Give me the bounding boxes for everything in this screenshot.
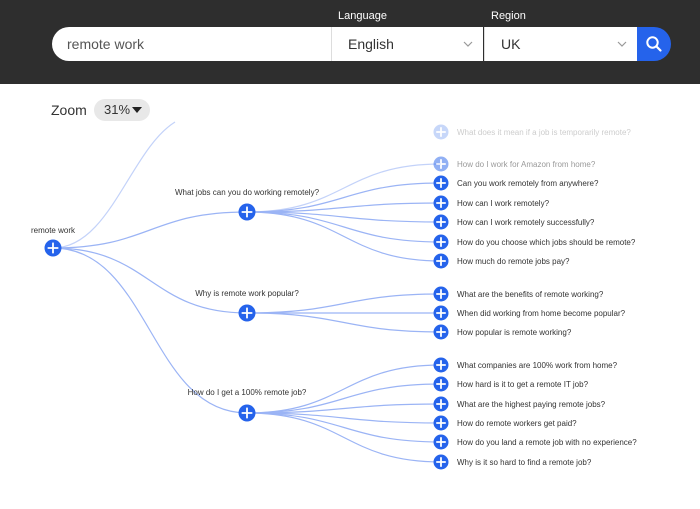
leaf-node-label: How do you choose which jobs should be r… xyxy=(457,238,636,247)
leaf-node-label: How do you land a remote job with no exp… xyxy=(457,438,637,447)
tree-link xyxy=(246,211,442,262)
leaf-node-label: What does it mean if a job is temporaril… xyxy=(457,128,631,137)
expand-node-button[interactable] xyxy=(433,195,449,211)
expand-node-button[interactable] xyxy=(433,214,449,230)
expand-node-button[interactable] xyxy=(433,124,449,140)
tree-link xyxy=(246,312,442,333)
expand-node-button[interactable] xyxy=(433,454,449,470)
expand-node-button[interactable] xyxy=(433,396,449,412)
leaf-node-label: How hard is it to get a remote IT job? xyxy=(457,380,589,389)
branch-node-label: Why is remote work popular? xyxy=(195,289,299,298)
expand-node-button[interactable] xyxy=(433,305,449,321)
leaf-node-label: What are the highest paying remote jobs? xyxy=(457,400,606,409)
expand-node-button[interactable] xyxy=(433,175,449,191)
branch-node-label: What jobs can you do working remotely? xyxy=(175,188,320,197)
branch-node-label: How do I get a 100% remote job? xyxy=(188,388,307,397)
expand-node-button[interactable] xyxy=(433,376,449,392)
expand-node-button[interactable] xyxy=(433,357,449,373)
leaf-node-label: Can you work remotely from anywhere? xyxy=(457,179,599,188)
expand-node-button[interactable] xyxy=(238,404,256,422)
leaf-node-label: When did working from home become popula… xyxy=(457,309,626,318)
leaf-node-label: How do remote workers get paid? xyxy=(457,419,577,428)
leaf-node-label: What companies are 100% work from home? xyxy=(457,361,618,370)
root-expand-button[interactable] xyxy=(44,239,62,257)
question-tree: remote work What does it mean if a job is… xyxy=(31,121,637,470)
root-node-label: remote work xyxy=(31,226,76,235)
expand-node-button[interactable] xyxy=(433,415,449,431)
expand-node-button[interactable] xyxy=(433,324,449,340)
tree-link xyxy=(52,247,248,314)
expand-node-button[interactable] xyxy=(433,286,449,302)
tree-nodes: remote work What does it mean if a job is… xyxy=(31,124,637,470)
expand-node-button[interactable] xyxy=(433,156,449,172)
expand-node-button[interactable] xyxy=(238,203,256,221)
leaf-node-label: How can I work remotely successfully? xyxy=(457,218,595,227)
leaf-node-label: What are the benefits of remote working? xyxy=(457,290,604,299)
leaf-node-label: How can I work remotely? xyxy=(457,199,550,208)
tree-link xyxy=(52,211,248,249)
leaf-node-label: Why is it so hard to find a remote job? xyxy=(457,458,592,467)
leaf-node-label: How do I work for Amazon from home? xyxy=(457,160,596,169)
leaf-node-label: How popular is remote working? xyxy=(457,328,572,337)
expand-node-button[interactable] xyxy=(433,234,449,250)
expand-node-button[interactable] xyxy=(433,253,449,269)
expand-node-button[interactable] xyxy=(433,434,449,450)
expand-node-button[interactable] xyxy=(238,304,256,322)
tree-link xyxy=(246,412,442,463)
leaf-node-label: How much do remote jobs pay? xyxy=(457,257,570,266)
